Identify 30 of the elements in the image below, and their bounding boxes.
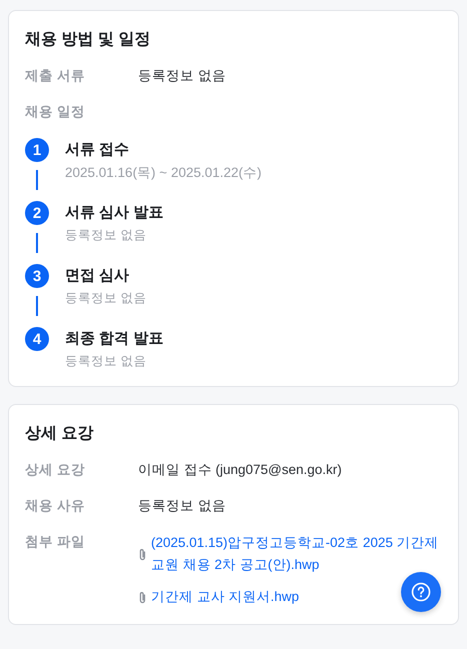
step-detail: 2025.01.16(목) ~ 2025.01.22(수): [65, 164, 262, 182]
step-number: 3: [25, 264, 49, 288]
field-value: 등록정보 없음: [138, 67, 226, 85]
field-label: 채용 사유: [25, 497, 86, 515]
step-detail: 등록정보 없음: [65, 290, 146, 307]
step-title: 서류 접수: [65, 140, 130, 160]
step-connector: [36, 296, 38, 316]
step-number: 1: [25, 138, 49, 162]
step-title: 서류 심사 발표: [65, 203, 164, 223]
file-link[interactable]: 기간제 교사 지원서.hwp: [151, 586, 300, 608]
field-label: 첨부 파일: [25, 533, 86, 551]
step-title: 면접 심사: [65, 266, 130, 286]
paperclip-icon: [138, 590, 147, 604]
step-connector: [36, 233, 38, 253]
field-value: 등록정보 없음: [138, 497, 226, 515]
field-label: 상세 요강: [25, 461, 86, 479]
help-icon: [411, 582, 431, 602]
step-detail: 등록정보 없음: [65, 353, 148, 370]
field-value: 이메일 접수 (jung075@sen.go.kr): [138, 461, 342, 479]
step-number: 2: [25, 201, 49, 225]
step-connector: [36, 170, 38, 190]
step-number: 4: [25, 327, 49, 351]
step-title: 최종 합격 발표: [65, 329, 164, 349]
field-label: 제출 서류: [25, 67, 86, 85]
paperclip-icon: [138, 548, 147, 560]
section-title: 채용 방법 및 일정: [25, 30, 152, 50]
section-title: 상세 요강: [25, 424, 94, 444]
step-detail: 등록정보 없음: [65, 227, 148, 244]
file-link[interactable]: (2025.01.15)압구정고등학교-02호 2025 기간제교원 채용 2차 공고(안).hwp: [151, 532, 441, 576]
field-label: 채용 일정: [25, 103, 86, 121]
